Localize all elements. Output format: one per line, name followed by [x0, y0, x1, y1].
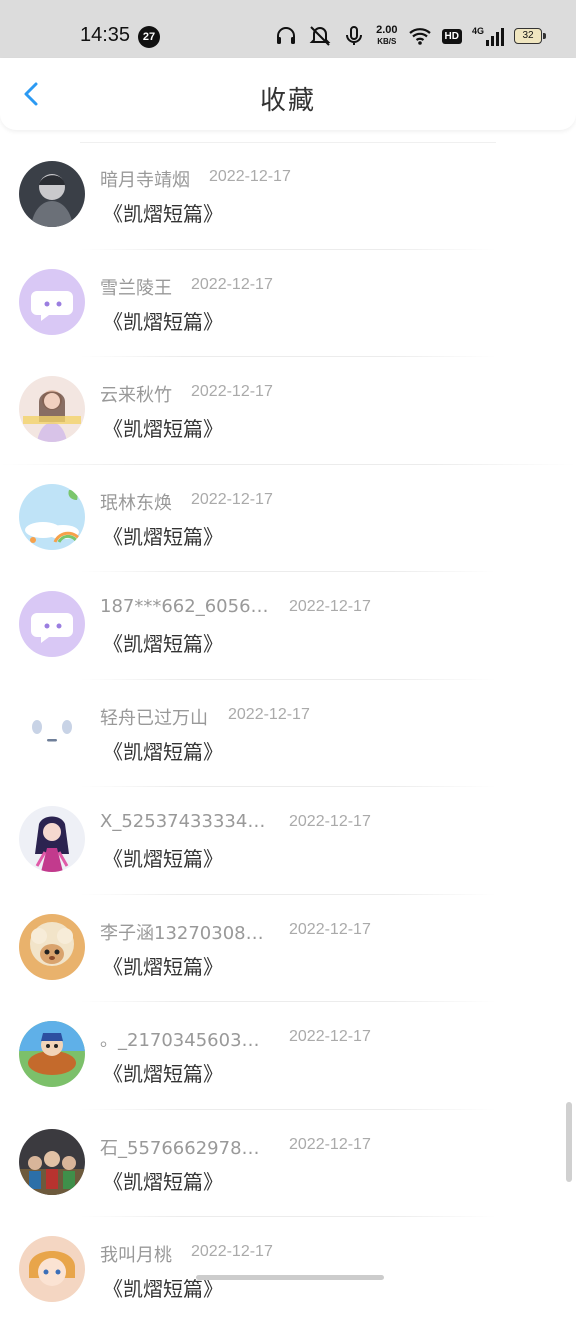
favorite-title[interactable]: 《凯熠短篇》 [103, 198, 223, 227]
avatar[interactable] [19, 268, 85, 335]
wifi-icon [408, 28, 431, 45]
avatar[interactable] [19, 161, 85, 227]
user-name: 珉林东焕 [100, 492, 172, 514]
user-name: X_525374333340... [100, 811, 270, 832]
favorite-title[interactable]: 《凯熠短篇》 [103, 951, 223, 980]
date: 2022-12-17 [289, 1135, 371, 1153]
list-item[interactable]: 李子涵132703083... 2022-12-17 《凯熠短篇》 [0, 895, 576, 1002]
user-name: 李子涵132703083... [100, 922, 270, 944]
favorite-title[interactable]: 《凯熠短篇》 [103, 736, 223, 765]
avatar[interactable] [19, 591, 85, 657]
favorite-title[interactable]: 《凯熠短篇》 [103, 1166, 223, 1195]
status-icons: 2.00 KB/S HD 4G 32 [274, 22, 546, 50]
user-name: 暗月寺靖烟 [100, 170, 190, 191]
list-item[interactable]: 珉林东焕 2022-12-17 《凯熠短篇》 [0, 465, 576, 572]
favorite-title[interactable]: 《凯熠短篇》 [103, 413, 223, 442]
home-indicator[interactable] [196, 1275, 384, 1280]
avatar[interactable] [19, 913, 85, 980]
date: 2022-12-17 [191, 275, 273, 293]
date: 2022-12-17 [289, 598, 371, 615]
date: 2022-12-17 [191, 490, 273, 508]
user-name: 石_557666297810... [100, 1137, 270, 1159]
list-item[interactable]: 轻舟已过万山 2022-12-17 《凯熠短篇》 [0, 680, 576, 787]
battery-icon: 32 [514, 28, 546, 44]
list-item[interactable]: 雪兰陵王 2022-12-17 《凯熠短篇》 [0, 250, 576, 357]
avatar[interactable] [19, 376, 85, 442]
notification-badge: 27 [138, 26, 160, 48]
list-item[interactable]: X_525374333340... 2022-12-17 《凯熠短篇》 [0, 787, 576, 895]
user-name: 雪兰陵王 [100, 277, 172, 299]
list-item[interactable]: 暗月寺靖烟 2022-12-17 《凯熠短篇》 [0, 142, 576, 250]
favorite-title[interactable]: 《凯熠短篇》 [103, 521, 223, 550]
microphone-icon [346, 26, 363, 45]
date: 2022-12-17 [209, 168, 291, 185]
status-time: 14:35 [80, 24, 131, 46]
avatar[interactable] [19, 1021, 85, 1087]
date: 2022-12-17 [289, 1028, 371, 1045]
avatar[interactable] [19, 698, 85, 765]
user-name: 。_217034560311... [100, 1030, 270, 1051]
favorite-title[interactable]: 《凯熠短篇》 [103, 628, 223, 657]
headphones-icon [277, 27, 296, 44]
favorite-title[interactable]: 《凯熠短篇》 [103, 843, 223, 872]
user-name: 轻舟已过万山 [100, 707, 208, 729]
net-speed: 2.00 KB/S [376, 24, 398, 47]
hd-icon: HD [441, 28, 462, 44]
avatar[interactable] [19, 1128, 85, 1195]
page-title: 收藏 [259, 86, 316, 116]
avatar[interactable] [19, 483, 85, 550]
scrollbar[interactable] [566, 1102, 572, 1182]
mute-vibrate-icon [309, 26, 331, 46]
list-item[interactable]: 我叫月桃 2022-12-17 《凯熠短篇》 [0, 1217, 576, 1325]
date: 2022-12-17 [191, 1243, 273, 1260]
favorites-list: 暗月寺靖烟 2022-12-17 《凯熠短篇》 雪兰陵王 2022-12-17 … [0, 142, 576, 1325]
list-item[interactable]: 。_217034560311... 2022-12-17 《凯熠短篇》 [0, 1002, 576, 1110]
list-item[interactable]: 石_557666297810... 2022-12-17 《凯熠短篇》 [0, 1110, 576, 1217]
date: 2022-12-17 [228, 705, 310, 723]
signal-icon: 4G [472, 26, 504, 46]
date: 2022-12-17 [289, 920, 371, 938]
user-name: 187***662_60564... [100, 596, 270, 617]
favorite-title[interactable]: 《凯熠短篇》 [103, 306, 223, 335]
list-item[interactable]: 云来秋竹 2022-12-17 《凯熠短篇》 [0, 357, 576, 465]
favorite-title[interactable]: 《凯熠短篇》 [103, 1058, 223, 1087]
date: 2022-12-17 [191, 383, 273, 400]
list-item[interactable]: 187***662_60564... 2022-12-17 《凯熠短篇》 [0, 572, 576, 680]
avatar[interactable] [19, 1236, 85, 1302]
header-bar: 收藏 [0, 58, 576, 130]
user-name: 我叫月桃 [100, 1245, 172, 1266]
date: 2022-12-17 [289, 813, 371, 830]
avatar[interactable] [19, 806, 85, 872]
user-name: 云来秋竹 [100, 385, 172, 406]
